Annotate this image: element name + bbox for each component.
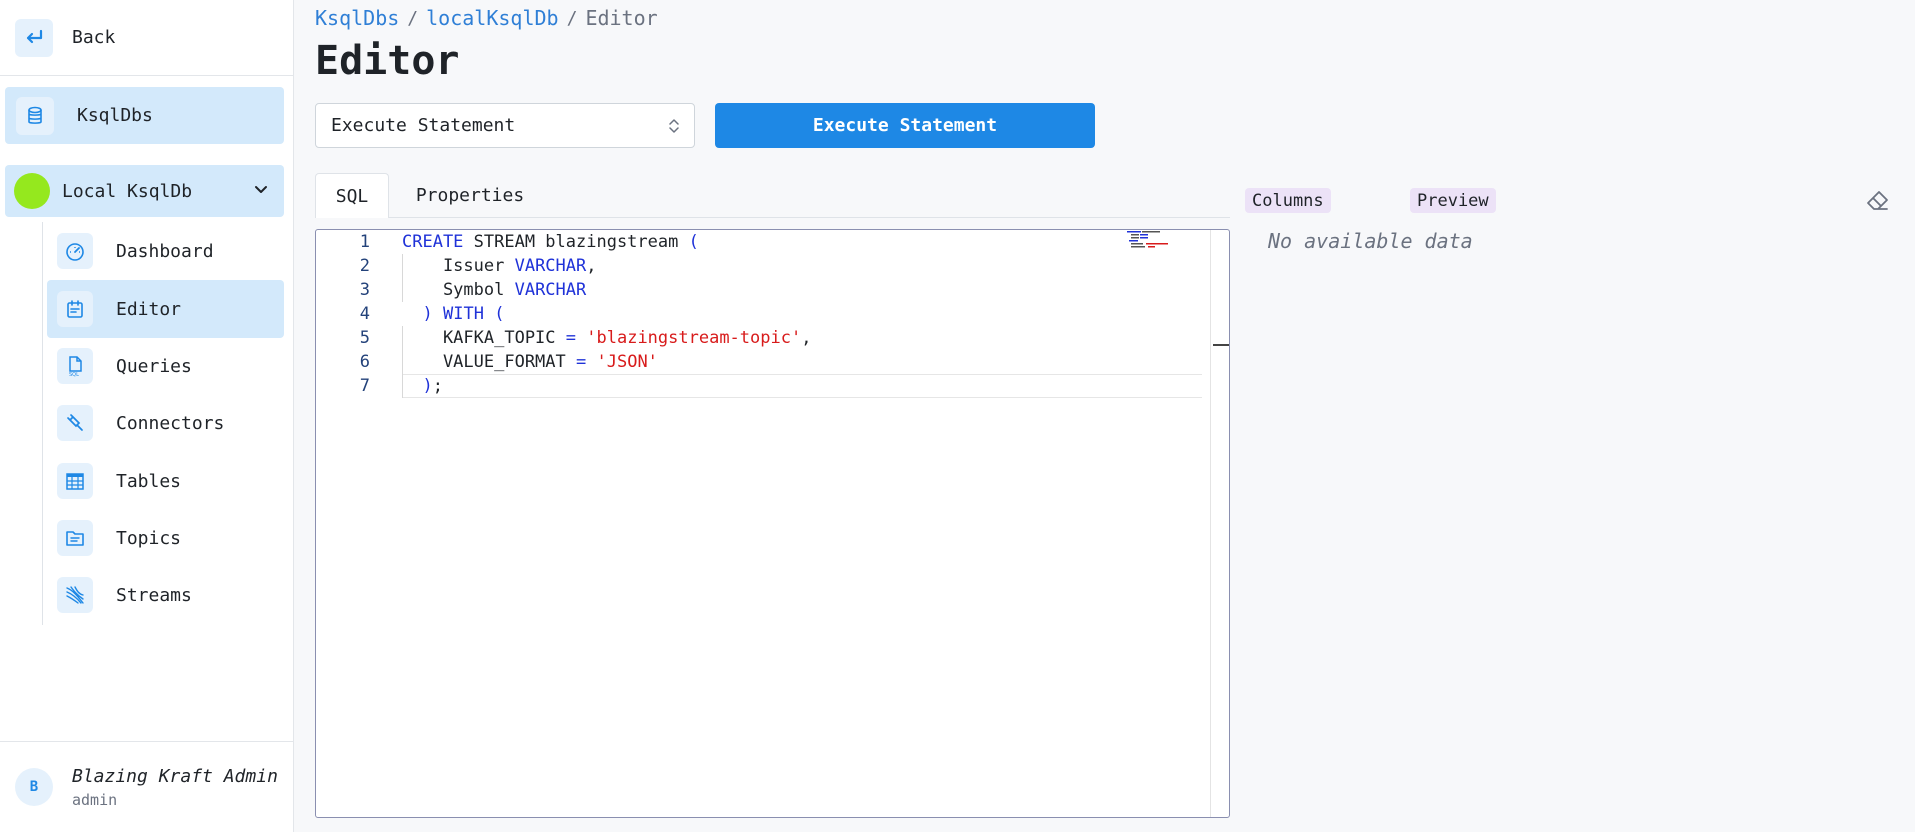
user-profile[interactable]: B Blazing Kraft Admin admin xyxy=(0,741,293,832)
sidebar-item-queries[interactable]: SQL Queries xyxy=(47,337,284,395)
code-line: Issuer VARCHAR, xyxy=(402,256,597,276)
select-value: Execute Statement xyxy=(331,115,516,136)
sidebar-item-label: Queries xyxy=(116,355,192,377)
plug-icon xyxy=(57,405,93,441)
breadcrumb-current: Editor xyxy=(585,6,658,30)
sidebar-item-label: Topics xyxy=(116,527,182,549)
dashboard-gauge-icon xyxy=(57,233,93,269)
preview-tab[interactable]: Preview xyxy=(1410,188,1496,213)
sidebar-item-label: Streams xyxy=(116,584,192,606)
line-number: 6 xyxy=(359,352,370,372)
user-name: Blazing Kraft Admin xyxy=(72,765,278,787)
breadcrumb: KsqlDbs / localKsqlDb / Editor xyxy=(315,6,658,30)
svg-text:SQL: SQL xyxy=(69,372,79,377)
code-line: ) WITH ( xyxy=(422,304,505,324)
code-line: ); xyxy=(422,376,443,396)
sidebar-item-label: KsqlDbs xyxy=(77,105,153,126)
avatar: B xyxy=(15,768,53,806)
ksqldb-group-toggle[interactable]: Local KsqlDb xyxy=(5,165,284,217)
sidebar-item-label: Editor xyxy=(116,298,182,320)
sidebar-item-label: Tables xyxy=(116,470,182,492)
code-line: CREATE STREAM blazingstream ( xyxy=(402,232,699,252)
code-line: VALUE_FORMAT = 'JSON' xyxy=(402,352,658,372)
sidebar-item-ksqldbs[interactable]: KsqlDbs xyxy=(5,87,284,144)
user-role: admin xyxy=(72,790,118,809)
sidebar-item-streams[interactable]: Streams xyxy=(47,566,284,624)
table-grid-icon xyxy=(57,463,93,499)
editor-minimap xyxy=(1127,230,1187,250)
breadcrumb-separator: / xyxy=(566,7,578,29)
calendar-editor-icon xyxy=(57,291,93,327)
sidebar-item-editor[interactable]: Editor xyxy=(47,280,284,338)
sidebar-item-label: Dashboard xyxy=(116,240,214,262)
columns-tab[interactable]: Columns xyxy=(1245,188,1331,213)
chevron-down-icon xyxy=(255,186,267,193)
sidebar-item-topics[interactable]: Topics xyxy=(47,509,284,567)
line-number: 2 xyxy=(359,256,370,276)
sidebar-item-connectors[interactable]: Connectors xyxy=(47,394,284,452)
current-line-highlight xyxy=(402,374,1202,398)
sql-file-icon: SQL xyxy=(57,348,93,384)
line-number: 5 xyxy=(359,328,370,348)
sidebar-item-label: Connectors xyxy=(116,412,225,434)
status-dot xyxy=(14,173,50,209)
page-title: Editor xyxy=(315,38,460,84)
empty-state-text: No available data xyxy=(1268,229,1473,253)
breadcrumb-separator: / xyxy=(407,7,419,29)
code-line: KAFKA_TOPIC = 'blazingstream-topic', xyxy=(402,328,812,348)
ksqldb-group-label: Local KsqlDb xyxy=(62,180,193,202)
line-number: 7 xyxy=(359,376,370,396)
sidebar-item-dashboard[interactable]: Dashboard xyxy=(47,222,284,280)
back-label: Back xyxy=(72,27,116,48)
sidebar-item-tables[interactable]: Tables xyxy=(47,452,284,510)
breadcrumb-localksqldb[interactable]: localKsqlDb xyxy=(426,6,558,30)
submenu-guide-line xyxy=(42,222,43,625)
streams-icon xyxy=(57,577,93,613)
eraser-icon[interactable] xyxy=(1865,188,1891,214)
editor-vertical-scrollbar[interactable] xyxy=(1210,230,1229,817)
topic-folder-icon xyxy=(57,520,93,556)
breadcrumb-ksqldbs[interactable]: KsqlDbs xyxy=(315,6,399,30)
return-arrow-icon xyxy=(15,18,53,57)
line-number-gutter: 1 2 3 4 5 6 7 xyxy=(316,230,401,817)
line-number: 4 xyxy=(359,304,370,324)
sidebar: Back KsqlDbs Local KsqlDb Dashboard Edit… xyxy=(0,0,294,832)
line-number: 3 xyxy=(359,280,370,300)
line-number: 1 xyxy=(359,232,370,252)
code-line: Symbol VARCHAR xyxy=(402,280,587,300)
select-arrows-icon xyxy=(669,119,679,133)
tab-sql[interactable]: SQL xyxy=(315,173,389,218)
statement-type-select[interactable]: Execute Statement xyxy=(315,103,695,148)
sql-editor[interactable]: 1 2 3 4 5 6 7 CREATE STREAM blazingstrea… xyxy=(315,229,1230,818)
scrollbar-thumb[interactable] xyxy=(1213,344,1229,346)
tab-properties[interactable]: Properties xyxy=(410,173,530,218)
editor-tabs: SQL Properties xyxy=(315,173,1230,218)
execute-statement-button[interactable]: Execute Statement xyxy=(715,103,1095,148)
back-button[interactable]: Back xyxy=(0,0,293,76)
database-icon xyxy=(16,96,54,135)
